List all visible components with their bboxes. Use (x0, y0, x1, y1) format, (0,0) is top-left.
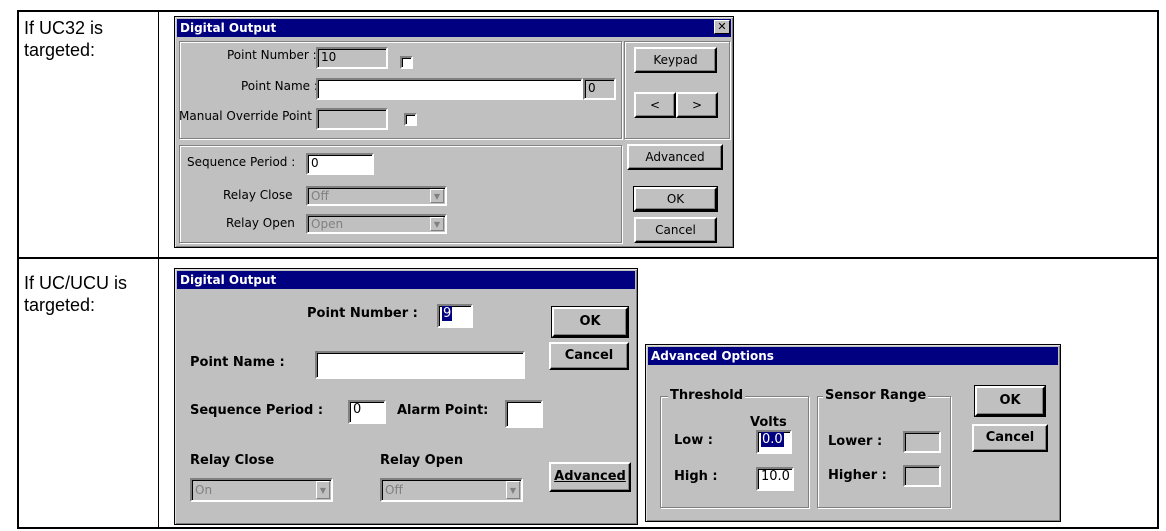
low-volts-value: 0.0 (761, 432, 784, 447)
uc-digital-output-window: Digital Output Point Number : 9 OK Cance… (174, 268, 638, 525)
uc-title: Digital Output (180, 273, 277, 287)
uc32-title: Digital Output (180, 21, 277, 35)
uc-point-number-input[interactable]: 9 (437, 304, 473, 328)
lower-label: Lower : (828, 434, 883, 449)
manual-override-field (316, 108, 388, 130)
volts-label: Volts (750, 415, 787, 430)
uc-alarm-point-label: Alarm Point: (397, 403, 489, 418)
high-label: High : (674, 469, 718, 484)
uc-relay-open-value: Off (385, 483, 403, 497)
chevron-down-icon[interactable]: ▼ (316, 481, 330, 499)
chevron-down-icon[interactable]: ▼ (506, 481, 520, 499)
low-label: Low : (674, 433, 713, 448)
point-name-input[interactable] (316, 78, 583, 100)
row-label-uc: If UC/UCU is targeted: (24, 273, 127, 315)
uc-point-number-value: 9 (442, 306, 453, 321)
lower-range-field (903, 431, 941, 453)
previous-point-button[interactable]: < (634, 92, 676, 118)
cancel-button[interactable]: Cancel (634, 217, 717, 243)
advanced-options-window: Advanced Options Threshold Volts Low : 0… (645, 344, 1061, 522)
point-number-label: Point Number : (227, 48, 317, 62)
ok-button[interactable]: OK (633, 186, 718, 212)
point-name-label: Point Name : (241, 79, 318, 93)
uc-relay-close-label: Relay Close (190, 453, 275, 468)
uc-relay-close-dropdown[interactable]: On ▼ (190, 478, 333, 502)
advanced-title-bar: Advanced Options (648, 347, 1058, 365)
point-number-checkbox[interactable] (400, 56, 413, 69)
relay-close-value: Off (311, 189, 329, 203)
manual-override-checkbox[interactable] (404, 113, 417, 126)
table-border-right (1157, 10, 1159, 529)
uc-relay-close-value: On (195, 483, 213, 497)
chevron-down-icon[interactable]: ▼ (430, 189, 444, 203)
advanced-ok-button[interactable]: OK (974, 385, 1046, 417)
point-number-field: 10 (316, 47, 388, 69)
row-label-uc32: If UC32 is targeted: (24, 18, 104, 60)
table-border-left (17, 10, 19, 529)
close-icon[interactable]: ✕ (714, 20, 730, 34)
next-point-button[interactable]: > (676, 92, 718, 118)
relay-close-dropdown[interactable]: Off ▼ (306, 186, 447, 206)
uc-point-name-input[interactable] (315, 351, 525, 379)
table-border-bottom (17, 527, 1159, 529)
uc-sequence-period-input[interactable]: 0 (348, 400, 386, 424)
table-border-divider (158, 10, 159, 529)
sequence-period-input[interactable]: 0 (306, 153, 374, 175)
uc-relay-open-dropdown[interactable]: Off ▼ (380, 478, 523, 502)
sensor-range-label: Sensor Range (823, 388, 929, 403)
advanced-title: Advanced Options (651, 349, 774, 363)
uc-sequence-period-label: Sequence Period : (190, 403, 324, 418)
manual-override-label: Manual Override Point (179, 109, 312, 123)
relay-close-label: Relay Close (223, 188, 293, 202)
uc-point-number-label: Point Number : (307, 306, 418, 321)
keypad-button[interactable]: Keypad (634, 47, 717, 73)
table-border-top (17, 10, 1159, 12)
threshold-label: Threshold (668, 388, 746, 403)
point-name-char-count: 0 (583, 78, 616, 100)
low-volts-input[interactable]: 0.0 (756, 430, 792, 454)
uc-advanced-button[interactable]: Advanced (549, 462, 631, 492)
uc-ok-button[interactable]: OK (551, 306, 629, 338)
sequence-period-label: Sequence Period : (187, 155, 296, 169)
relay-open-value: Open (311, 217, 344, 231)
relay-open-dropdown[interactable]: Open ▼ (306, 214, 447, 234)
uc-title-bar: Digital Output (177, 271, 635, 289)
chevron-down-icon[interactable]: ▼ (430, 217, 444, 231)
advanced-cancel-button[interactable]: Cancel (972, 424, 1048, 452)
uc32-title-bar: Digital Output (177, 19, 731, 37)
high-volts-input[interactable]: 10.0 (756, 467, 794, 491)
uc-relay-open-label: Relay Open (380, 453, 464, 468)
table-border-mid (17, 257, 1159, 259)
uc-cancel-button[interactable]: Cancel (549, 342, 629, 370)
relay-open-label: Relay Open (226, 216, 295, 230)
higher-label: Higher : (828, 468, 887, 483)
uc-point-name-label: Point Name : (190, 355, 285, 370)
uc-alarm-point-input[interactable] (505, 400, 543, 428)
higher-range-field (903, 465, 941, 487)
uc32-digital-output-window: Digital Output ✕ Point Number : 10 Point… (174, 16, 734, 248)
advanced-button[interactable]: Advanced (627, 144, 723, 170)
